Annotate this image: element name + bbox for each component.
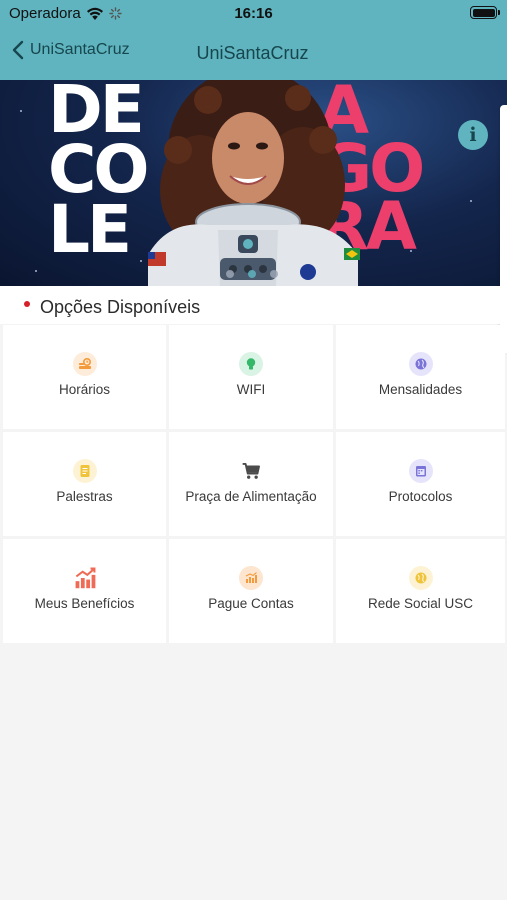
option-label: Praça de Alimentação [185, 489, 317, 504]
info-button[interactable]: i [458, 120, 488, 150]
promo-banner[interactable]: DE CO LE A GO RA i [0, 80, 507, 286]
option-label: Meus Benefícios [34, 596, 135, 611]
carousel-indicator [226, 270, 278, 278]
option-protocolos[interactable]: Protocolos [336, 432, 505, 536]
page-title: UniSantaCruz [196, 43, 309, 63]
option-label: Mensalidades [378, 382, 463, 397]
battery-icon [470, 6, 500, 19]
option-meus-beneficios[interactable]: Meus Benefícios [3, 539, 166, 643]
section-header: Opções Disponíveis [0, 286, 500, 324]
options-grid: Horários WIFI Mensalidades Palestras Pra… [3, 325, 505, 643]
carousel-dot[interactable] [226, 270, 234, 278]
carousel-dot-active[interactable] [248, 270, 256, 278]
banner-headline-left: DE CO LE [48, 80, 150, 268]
bar-chart-icon [239, 566, 263, 590]
carousel-dot[interactable] [270, 270, 278, 278]
clock: 16:16 [234, 5, 273, 22]
option-horarios[interactable]: Horários [3, 325, 166, 429]
option-palestras[interactable]: Palestras [3, 432, 166, 536]
option-label: WIFI [236, 382, 266, 397]
option-wifi[interactable]: WIFI [169, 325, 333, 429]
section-title: Opções Disponíveis [40, 297, 201, 317]
section-bullet-icon [24, 301, 30, 307]
option-label: Protocolos [388, 489, 453, 504]
schedule-icon [72, 352, 97, 376]
option-rede-social-usc[interactable]: Rede Social USC [336, 539, 505, 643]
option-label: Rede Social USC [367, 596, 474, 611]
side-drawer-edge[interactable] [500, 105, 507, 353]
lightbulb-icon [239, 352, 263, 376]
cart-icon [239, 459, 263, 483]
navigation-bar: UniSantaCruz UniSantaCruz [0, 28, 507, 80]
option-label: Pague Contas [208, 596, 294, 611]
astronaut-illustration [148, 80, 360, 286]
option-praca-de-alimentacao[interactable]: Praça de Alimentação [169, 432, 333, 536]
status-bar: Operadora 16:16 [0, 0, 507, 28]
option-label: Horários [58, 382, 110, 397]
option-label: Palestras [56, 489, 113, 504]
chart-icon [73, 566, 97, 590]
option-pague-contas[interactable]: Pague Contas [169, 539, 333, 643]
banner-line: LE [48, 191, 132, 268]
globe-icon [408, 566, 433, 590]
option-mensalidades[interactable]: Mensalidades [336, 325, 505, 429]
document-icon [72, 459, 97, 483]
globe-icon [408, 352, 433, 376]
calendar-icon [408, 459, 433, 483]
